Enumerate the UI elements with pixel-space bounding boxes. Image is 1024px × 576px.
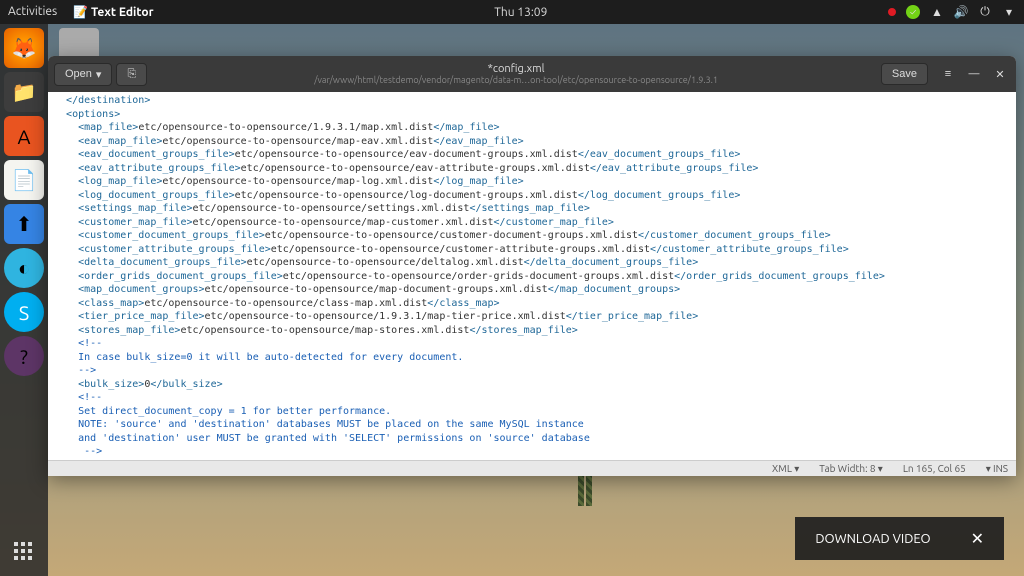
editor-statusbar: XML ▾ Tab Width: 8 ▾ Ln 165, Col 65 ▾ IN… [48, 460, 1016, 476]
editor-icon: 📝 [73, 6, 88, 19]
notification-badge-icon[interactable] [888, 8, 896, 16]
status-tabwidth[interactable]: Tab Width: 8 ▾ [819, 463, 883, 475]
minimize-icon[interactable]: — [964, 64, 984, 84]
dock-app1[interactable]: ◐ [4, 248, 44, 288]
download-video-banner: DOWNLOAD VIDEO ✕ [795, 517, 1004, 560]
document-title: *config.xml [151, 63, 881, 75]
volume-icon[interactable]: 🔊 [954, 5, 968, 19]
dock: 🦊 📁 A 📄 ⬆ ◐ S ? [0, 24, 48, 576]
dock-updater[interactable]: ⬆ [4, 204, 44, 244]
hamburger-menu-icon[interactable]: ≡ [938, 64, 958, 84]
dock-help[interactable]: ? [4, 336, 44, 376]
power-icon[interactable]: ⏻ [978, 5, 992, 19]
status-cursor: Ln 165, Col 65 [903, 463, 966, 474]
open-button[interactable]: Open ▾ [54, 63, 112, 86]
new-doc-icon: ⎘ [127, 68, 136, 81]
code-editor[interactable]: </destination> <options> <map_file>etc/o… [48, 92, 1016, 460]
text-editor-window: Open ▾ ⎘ *config.xml /var/www/html/testd… [48, 56, 1016, 476]
caret-down-icon[interactable]: ▾ [1002, 5, 1016, 19]
download-video-button[interactable]: DOWNLOAD VIDEO [815, 532, 930, 546]
activities-button[interactable]: Activities [8, 5, 57, 19]
status-insert-mode[interactable]: ▾ INS [986, 463, 1008, 475]
banner-close-icon[interactable]: ✕ [971, 529, 984, 548]
new-tab-button[interactable]: ⎘ [116, 63, 147, 86]
editor-headerbar: Open ▾ ⎘ *config.xml /var/www/html/testd… [48, 56, 1016, 92]
dock-files[interactable]: 📁 [4, 72, 44, 112]
update-ready-icon[interactable]: ✓ [906, 5, 920, 19]
network-icon[interactable]: ▲ [930, 5, 944, 19]
show-applications[interactable] [14, 542, 34, 562]
close-icon[interactable]: ✕ [990, 64, 1010, 84]
dock-skype[interactable]: S [4, 292, 44, 332]
clock[interactable]: Thu 13:09 [154, 6, 888, 19]
status-language[interactable]: XML ▾ [772, 463, 799, 475]
dock-software[interactable]: A [4, 116, 44, 156]
dock-firefox[interactable]: 🦊 [4, 28, 44, 68]
document-path: /var/www/html/testdemo/vendor/magento/da… [151, 75, 881, 85]
active-app[interactable]: Text Editor [91, 6, 154, 19]
dock-texteditor[interactable]: 📄 [4, 160, 44, 200]
save-button[interactable]: Save [881, 63, 928, 85]
chevron-down-icon: ▾ [96, 68, 102, 81]
system-topbar: Activities 📝 Text Editor Thu 13:09 ✓ ▲ 🔊… [0, 0, 1024, 24]
